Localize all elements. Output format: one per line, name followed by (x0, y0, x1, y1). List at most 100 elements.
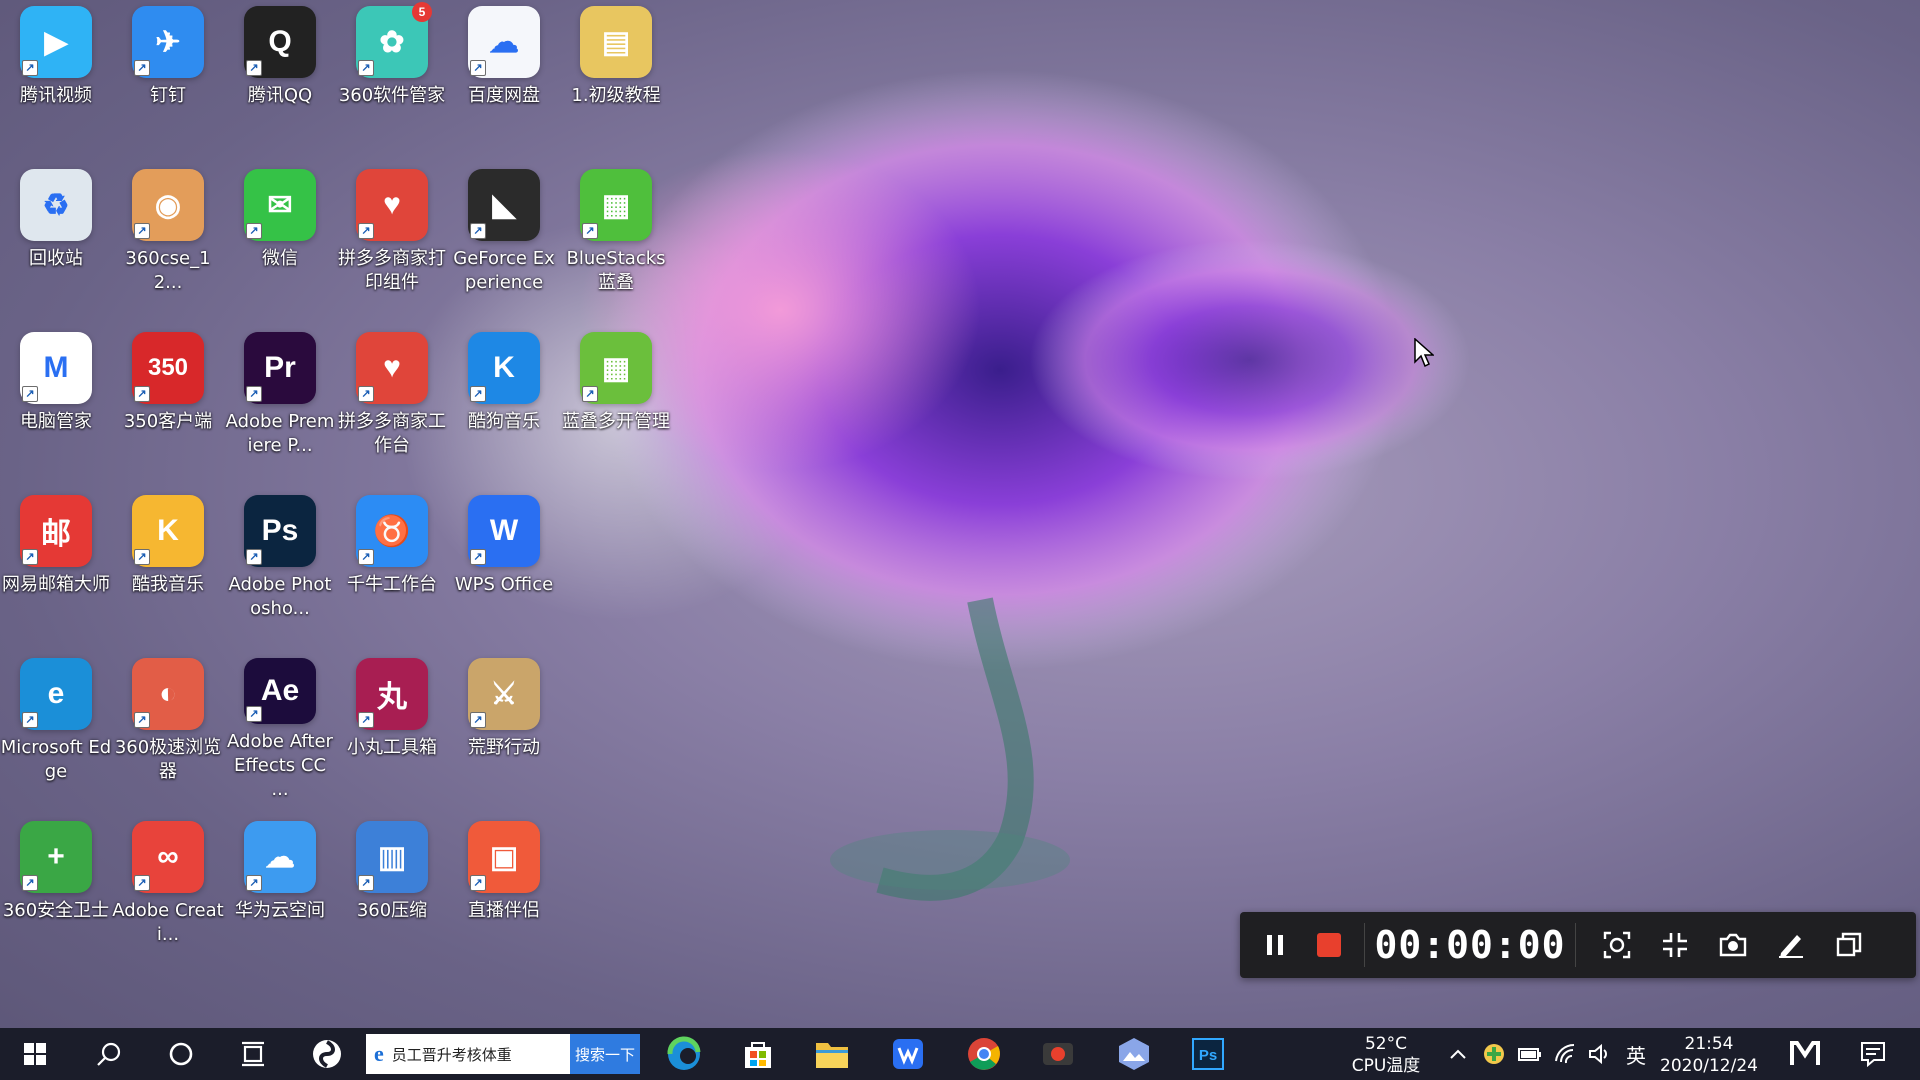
desktop-shortcut[interactable]: ✿ ↗ 5 360软件管家 (336, 0, 448, 150)
taskbar-photos[interactable] (1104, 1032, 1164, 1076)
desktop-shortcut[interactable]: K ↗ 酷我音乐 (112, 489, 224, 639)
desktop-shortcut[interactable]: ▣ ↗ 直播伴侣 (448, 815, 560, 965)
desktop-shortcut[interactable]: ✈ ↗ 钉钉 (112, 0, 224, 150)
taskbar-file-explorer[interactable] (802, 1032, 862, 1076)
taskbar-photoshop[interactable]: Ps (1178, 1032, 1238, 1076)
desktop-shortcut[interactable]: Q ↗ 腾讯QQ (224, 0, 336, 150)
desktop-shortcut[interactable]: ◣ ↗ GeForce Experience (448, 163, 560, 313)
desktop-shortcut-label: 钉钉 (150, 85, 186, 106)
geforce-icon: ◣ ↗ (468, 169, 540, 241)
icon-glyph: 丸 (377, 681, 407, 714)
360-zip-icon: ▥ ↗ (356, 821, 428, 893)
icon-glyph: ∞ (157, 840, 179, 873)
desktop-shortcut[interactable]: ◐ ↗ 360极速浏览器 (112, 652, 224, 802)
taskbar-chrome[interactable] (954, 1032, 1014, 1076)
shortcut-arrow-icon: ↗ (22, 549, 38, 565)
pinned-app-button[interactable] (290, 1028, 364, 1080)
desktop-shortcut[interactable]: + ↗ 360安全卫士 (0, 815, 112, 965)
input-method-indicator[interactable]: 英 (1624, 1042, 1648, 1068)
taskbar-store[interactable] (728, 1032, 788, 1076)
window-mode-button[interactable] (1826, 922, 1872, 968)
desktop-shortcut[interactable]: e ↗ Microsoft Edge (0, 652, 112, 802)
shortcut-arrow-icon: ↗ (470, 223, 486, 239)
search-submit-button[interactable]: 搜索一下 (570, 1034, 640, 1074)
desktop-shortcut[interactable]: M ↗ 电脑管家 (0, 326, 112, 476)
clock[interactable]: 21:54 2020/12/24 (1656, 1033, 1762, 1077)
stop-icon (1317, 933, 1341, 957)
shortcut-arrow-icon: ↗ (470, 875, 486, 891)
desktop-shortcut[interactable]: ▦ ↗ BlueStacks 蓝叠 (560, 163, 672, 313)
desktop-shortcut[interactable]: ☁ ↗ 华为云空间 (224, 815, 336, 965)
icon-glyph: K (493, 351, 515, 384)
icon-glyph: ▣ (489, 840, 519, 874)
desktop-shortcut[interactable]: ▥ ↗ 360压缩 (336, 815, 448, 965)
action-center-button[interactable] (1858, 1040, 1888, 1068)
netease-mail-icon: 邮 ↗ (20, 495, 92, 567)
desktop-shortcut[interactable]: ✉ ↗ 微信 (224, 163, 336, 313)
pause-button[interactable] (1252, 922, 1298, 968)
exit-fullscreen-button[interactable] (1652, 922, 1698, 968)
desktop-shortcut[interactable]: 丸 ↗ 小丸工具箱 (336, 652, 448, 802)
wps-office-icon (893, 1039, 923, 1069)
bluestacks-multi-icon: ▦ ↗ (580, 332, 652, 404)
cortana-button[interactable] (144, 1028, 218, 1080)
tray-battery[interactable] (1518, 1042, 1542, 1066)
pen-icon (1779, 935, 1803, 958)
start-button[interactable] (0, 1028, 70, 1080)
desktop-shortcut-label: 腾讯视频 (20, 85, 92, 106)
tray-360-security[interactable] (1482, 1042, 1506, 1066)
search-button[interactable] (72, 1028, 146, 1080)
taskbar-recorder[interactable] (1028, 1032, 1088, 1076)
folder-icon (816, 1043, 848, 1068)
desktop-shortcut[interactable]: ☁ ↗ 百度网盘 (448, 0, 560, 150)
taskbar-edge[interactable] (654, 1032, 714, 1076)
browser-search-box[interactable]: e 员工晋升考核体重 搜索一下 (366, 1034, 640, 1074)
desktop-shortcut[interactable]: ▶ ↗ 腾讯视频 (0, 0, 112, 150)
360-security-icon: + ↗ (20, 821, 92, 893)
desktop-shortcut[interactable]: 邮 ↗ 网易邮箱大师 (0, 489, 112, 639)
screenshot-button[interactable] (1710, 922, 1756, 968)
bluestacks-icon: ▦ ↗ (580, 169, 652, 241)
search-query-text[interactable]: 员工晋升考核体重 (384, 1044, 570, 1065)
annotate-button[interactable] (1768, 922, 1814, 968)
icon-glyph: ◐ (158, 677, 178, 710)
desktop-shortcut-label: 拼多多商家打印组件 (338, 248, 446, 293)
desktop-shortcut[interactable]: ▤ 1.初级教程 (560, 0, 672, 150)
desktop-shortcut[interactable]: ♻ 回收站 (0, 163, 112, 313)
icon-glyph: ✉ (267, 188, 293, 222)
tray-network[interactable] (1554, 1042, 1578, 1066)
desktop-shortcut[interactable]: ◉ ↗ 360cse_12... (112, 163, 224, 313)
desktop-shortcut-label: Adobe Photosho... (228, 574, 332, 619)
desktop-shortcut[interactable]: Pr ↗ Adobe Premiere P... (224, 326, 336, 476)
shortcut-arrow-icon: ↗ (358, 386, 374, 402)
desktop-shortcut[interactable]: ♥ ↗ 拼多多商家工作台 (336, 326, 448, 476)
desktop-shortcut[interactable]: ♥ ↗ 拼多多商家打印组件 (336, 163, 448, 313)
clock-time: 21:54 (1684, 1034, 1734, 1054)
desktop-shortcut[interactable]: ⚔ ↗ 荒野行动 (448, 652, 560, 802)
cpu-temperature[interactable]: 52°C CPU温度 (1336, 1033, 1436, 1077)
desktop-shortcut[interactable]: K ↗ 酷狗音乐 (448, 326, 560, 476)
desktop-shortcut[interactable]: Ae ↗ Adobe After Effects CC ... (224, 652, 336, 802)
region-select-button[interactable] (1594, 922, 1640, 968)
camera-icon (1719, 933, 1747, 957)
icon-glyph: ▦ (601, 351, 631, 385)
show-hidden-icons-button[interactable] (1446, 1042, 1470, 1066)
tray-volume[interactable] (1588, 1042, 1612, 1066)
tray-pc-manager[interactable] (1790, 1040, 1820, 1068)
desktop-shortcut-label: 拼多多商家工作台 (338, 411, 446, 456)
desktop-shortcut[interactable]: ∞ ↗ Adobe Creati... (112, 815, 224, 965)
desktop-shortcut[interactable]: 350 ↗ 350客户端 (112, 326, 224, 476)
desktop-shortcut[interactable]: ♉ ↗ 千牛工作台 (336, 489, 448, 639)
icon-glyph: Q (268, 25, 292, 58)
desktop-shortcut-label: Adobe Creati... (112, 900, 224, 945)
pause-icon (1267, 935, 1283, 955)
wechat-icon: ✉ ↗ (244, 169, 316, 241)
desktop-shortcut[interactable]: W ↗ WPS Office (448, 489, 560, 639)
stop-button[interactable] (1306, 922, 1352, 968)
task-view-button[interactable] (216, 1028, 290, 1080)
desktop-shortcut[interactable]: ▦ ↗ 蓝叠多开管理 (560, 326, 672, 476)
taskbar-wps[interactable] (878, 1032, 938, 1076)
desktop-shortcut[interactable]: Ps ↗ Adobe Photosho... (224, 489, 336, 639)
desktop-shortcut-label: WPS Office (454, 574, 554, 595)
fit-screen-icon (1603, 931, 1631, 959)
